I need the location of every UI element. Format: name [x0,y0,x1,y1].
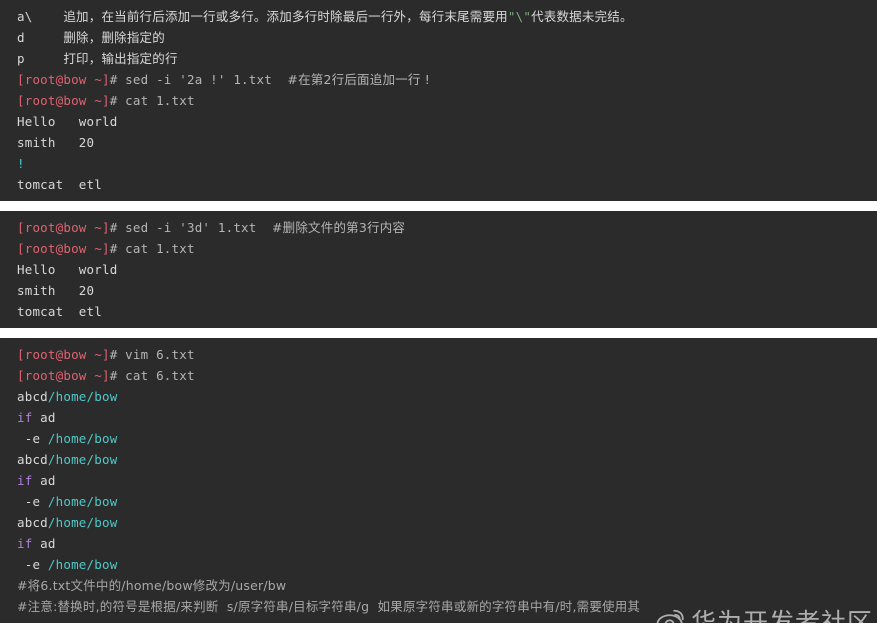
terminal-text-segment: #删除文件的第3行内容 [271,220,406,235]
terminal-text-segment: /home/bow [47,389,118,404]
terminal-line: if ad [0,533,877,554]
terminal-text-segment: #将6.txt文件中的/home/bow修改为/user/bw [17,578,287,593]
terminal-text-segment: -e [17,494,48,509]
terminal-text-segment: [root@bow ~] [17,220,110,235]
terminal-text-segment: # cat 1.txt [109,93,195,108]
terminal-line: abcd/home/bow [0,449,877,470]
terminal-line: if ad [0,470,877,491]
screenshot-root: a\ 追加，在当前行后添加一行或多行。添加多行时除最后一行外，每行末尾需要用"\… [0,0,877,639]
terminal-line: Hello world [0,259,877,280]
terminal-line: [root@bow ~]# vim 6.txt [0,344,877,365]
terminal-text-segment: [root@bow ~] [17,93,110,108]
terminal-line: tomcat etl [0,301,877,322]
terminal-block-1: a\ 追加，在当前行后添加一行或多行。添加多行时除最后一行外，每行末尾需要用"\… [0,0,877,201]
terminal-text-segment: # sed -i '2a !' 1.txt [109,72,288,87]
terminal-text-segment: [root@bow ~] [17,72,110,87]
terminal-text-segment: 代表数据未完结。 [531,9,633,24]
terminal-line: smith 20 [0,280,877,301]
terminal-line: [root@bow ~]# sed -i '3d' 1.txt #删除文件的第3… [0,217,877,238]
terminal-text-segment: [root@bow ~] [17,241,110,256]
terminal-text-segment: ad [32,410,56,425]
terminal-text-segment: smith 20 [17,135,95,150]
terminal-text-segment: /home/bow [47,557,118,572]
terminal-line: Hello world [0,111,877,132]
terminal-line: -e /home/bow [0,554,877,575]
terminal-text-segment: #注意:替换时,的符号是根据/来判断 s/原字符串/目标字符串/g 如果原字符串… [17,599,641,614]
terminal-text-segment: if [17,536,33,551]
terminal-line: smith 20 [0,132,877,153]
terminal-text-segment: # vim 6.txt [109,347,195,362]
terminal-text-segment: Hello world [17,114,118,129]
terminal-text-segment: Hello world [17,262,118,277]
terminal-text-segment: a\ [17,9,64,24]
terminal-text-segment: if [17,473,33,488]
terminal-text-segment: /home/bow [47,515,118,530]
terminal-line: [root@bow ~]# sed -i '2a !' 1.txt #在第2行后… [0,69,877,90]
terminal-line: ! [0,153,877,174]
terminal-text-segment: [root@bow ~] [17,368,110,383]
terminal-line: abcd/home/bow [0,386,877,407]
terminal-text-segment: [root@bow ~] [17,347,110,362]
terminal-line: tomcat etl [0,174,877,195]
terminal-text-segment: ad [32,536,56,551]
terminal-text-segment: abcd [17,515,48,530]
terminal-text-segment: /home/bow [47,494,118,509]
terminal-text-segment: abcd [17,389,48,404]
terminal-text-segment: 删除，删除指定的 [63,30,165,45]
terminal-text-segment: "\" [507,9,532,24]
block-separator-2 [0,328,877,338]
terminal-line: [root@bow ~]# cat 1.txt [0,90,877,111]
terminal-block-3: [root@bow ~]# vim 6.txt [root@bow ~]# cat… [0,338,877,623]
terminal-line: [root@bow ~]# cat 6.txt [0,365,877,386]
terminal-line: d 删除，删除指定的 [0,27,877,48]
terminal-text-segment: 打印，输出指定的行 [63,51,178,66]
terminal-line: -e /home/bow [0,491,877,512]
terminal-text-segment: tomcat etl [17,177,102,192]
terminal-text-segment: 追加，在当前行后添加一行或多行。添加多行时除最后一行外，每行末尾需要用 [63,9,508,24]
terminal-line: -e /home/bow [0,428,877,449]
terminal-text-segment: # sed -i '3d' 1.txt [109,220,272,235]
terminal-text-segment: ad [32,473,56,488]
terminal-block-2: [root@bow ~]# sed -i '3d' 1.txt #删除文件的第3… [0,211,877,328]
terminal-line: #将6.txt文件中的/home/bow修改为/user/bw [0,575,877,596]
terminal-text-segment: /home/bow [47,431,118,446]
terminal-line: #注意:替换时,的符号是根据/来判断 s/原字符串/目标字符串/g 如果原字符串… [0,596,877,617]
terminal-text-segment: /home/bow [47,452,118,467]
terminal-text-segment: #在第2行后面追加一行 ! [287,72,430,87]
terminal-text-segment: smith 20 [17,283,95,298]
terminal-line: a\ 追加，在当前行后添加一行或多行。添加多行时除最后一行外，每行末尾需要用"\… [0,6,877,27]
terminal-line: if ad [0,407,877,428]
terminal-text-segment: # cat 1.txt [109,241,195,256]
terminal-text-segment: -e [17,431,48,446]
terminal-text-segment: -e [17,557,48,572]
terminal-text-segment: ! [17,156,25,171]
terminal-text-segment: abcd [17,452,48,467]
terminal-line: abcd/home/bow [0,512,877,533]
terminal-text-segment: # cat 6.txt [109,368,195,383]
terminal-line: [root@bow ~]# cat 1.txt [0,238,877,259]
terminal-line: p 打印，输出指定的行 [0,48,877,69]
terminal-text-segment: p [17,51,64,66]
terminal-text-segment: d [17,30,64,45]
terminal-text-segment: if [17,410,33,425]
block-separator-1 [0,201,877,211]
terminal-text-segment: tomcat etl [17,304,102,319]
